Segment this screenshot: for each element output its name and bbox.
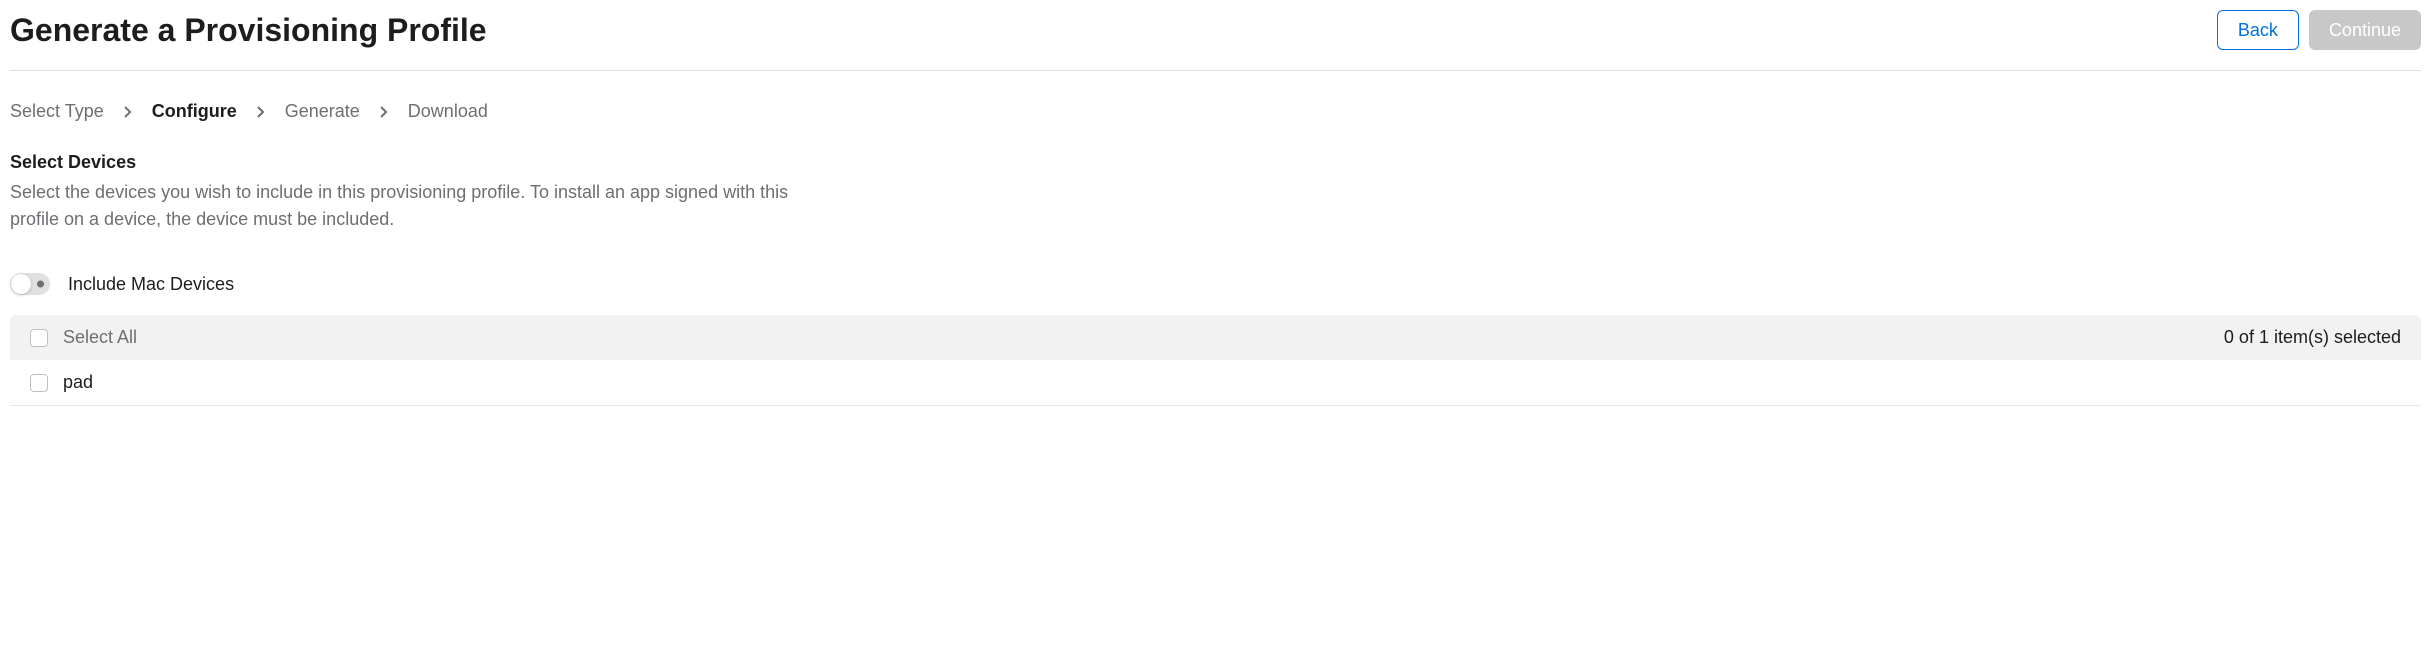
device-list-item[interactable]: pad	[10, 360, 2421, 406]
include-mac-label: Include Mac Devices	[68, 274, 234, 295]
selection-count: 0 of 1 item(s) selected	[2224, 327, 2401, 348]
include-mac-toggle-row: Include Mac Devices	[10, 263, 2421, 305]
chevron-right-icon	[124, 106, 132, 118]
chevron-right-icon	[380, 106, 388, 118]
device-list-header: Select All 0 of 1 item(s) selected	[10, 315, 2421, 360]
header-buttons: Back Continue	[2217, 10, 2421, 50]
device-checkbox[interactable]	[30, 374, 48, 392]
select-all-label: Select All	[63, 327, 137, 348]
breadcrumb-download[interactable]: Download	[408, 101, 488, 122]
section-title: Select Devices	[10, 152, 2421, 173]
breadcrumb-configure[interactable]: Configure	[152, 101, 237, 122]
breadcrumb: Select Type Configure Generate Download	[10, 71, 2421, 152]
breadcrumb-generate[interactable]: Generate	[285, 101, 360, 122]
section-description: Select the devices you wish to include i…	[10, 179, 790, 233]
select-all-checkbox[interactable]	[30, 329, 48, 347]
toggle-knob-icon	[11, 274, 31, 294]
chevron-right-icon	[257, 106, 265, 118]
device-label: pad	[63, 372, 93, 393]
page-title: Generate a Provisioning Profile	[10, 12, 487, 49]
breadcrumb-select-type[interactable]: Select Type	[10, 101, 104, 122]
back-button[interactable]: Back	[2217, 10, 2299, 50]
toggle-dot-icon	[37, 281, 44, 288]
continue-button: Continue	[2309, 10, 2421, 50]
include-mac-toggle[interactable]	[10, 273, 50, 295]
